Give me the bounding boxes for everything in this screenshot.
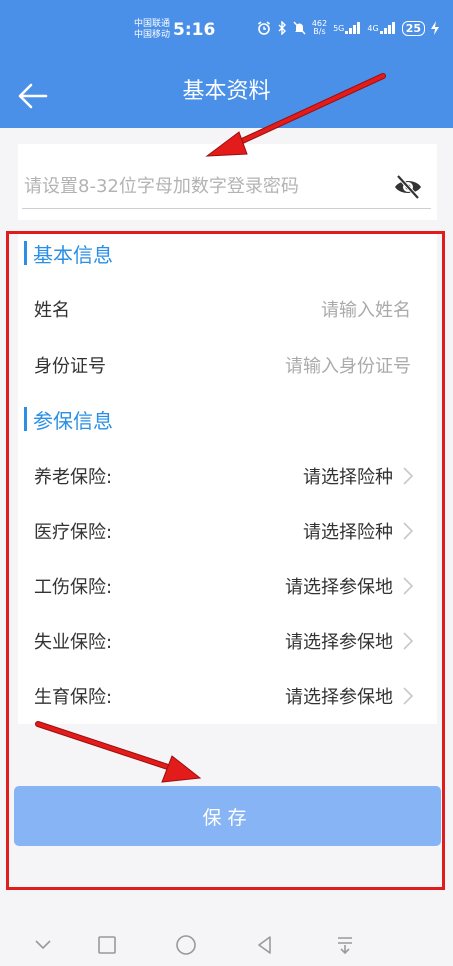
row-value: 请选择参保地 [285, 632, 393, 653]
pull-down-icon [338, 937, 352, 955]
row-value: 请选择参保地 [285, 687, 393, 708]
square-icon [98, 936, 116, 954]
network-4g-label: 4G [367, 23, 379, 33]
net-speed-unit: B/s [313, 27, 326, 36]
signal-5g-icon: 5G [333, 22, 361, 34]
nav-home-button[interactable] [169, 928, 203, 962]
save-button[interactable]: 保存 [14, 786, 441, 846]
row-value-wrap: 请选择险种 [303, 518, 415, 544]
password-card [18, 144, 437, 220]
maternity-insurance-row[interactable]: 生育保险: 请选择参保地 [18, 676, 437, 716]
name-field-row[interactable]: 姓名 请输入姓名 [18, 289, 437, 329]
carrier-info: 中国联通 中国移动 [134, 19, 170, 41]
row-value: 请选择参保地 [285, 577, 393, 598]
nav-recents-button[interactable] [90, 928, 124, 962]
section-accent-bar [24, 241, 27, 265]
section-title-text: 基本信息 [33, 242, 113, 267]
form-card: 基本信息 姓名 请输入姓名 身份证号 请输入身份证号 参保信息 养老保险: 请选… [18, 234, 437, 724]
signal-4g-icon: 4G [367, 22, 395, 34]
nav-back-button[interactable] [248, 928, 282, 962]
title-bar: 基本资料 [0, 66, 453, 128]
annotation-arrow-bottom [35, 721, 202, 783]
nav-notifications-button[interactable] [328, 928, 362, 962]
row-label: 养老保险: [34, 467, 113, 488]
row-label: 工伤保险: [34, 577, 113, 598]
carrier-2: 中国移动 [134, 30, 171, 40]
row-value-wrap: 请选择险种 [303, 463, 415, 489]
pension-insurance-row[interactable]: 养老保险: 请选择险种 [18, 456, 437, 496]
chevron-down-icon [35, 940, 51, 950]
row-label: 失业保险: [34, 632, 113, 653]
row-label: 医疗保险: [34, 522, 113, 543]
eye-off-icon[interactable] [393, 172, 423, 202]
network-5g-label: 5G [333, 23, 345, 33]
status-bar: 中国联通 中国移动 5:16 462 B/s 5G 4G 25 [0, 0, 453, 66]
chevron-right-icon [403, 687, 414, 705]
password-underline [22, 208, 431, 209]
chevron-right-icon [403, 467, 414, 485]
status-time: 5:16 [173, 20, 216, 40]
row-value-wrap: 请选择参保地 [285, 573, 415, 599]
mute-icon [293, 21, 306, 35]
section-title-insurance-info: 参保信息 [24, 406, 113, 433]
bluetooth-icon [277, 21, 287, 35]
chevron-right-icon [403, 632, 414, 650]
page-title: 基本资料 [182, 79, 271, 104]
triangle-back-icon [258, 936, 271, 954]
chevron-right-icon [403, 577, 414, 595]
charging-icon [431, 21, 439, 35]
row-value-wrap: 请选择参保地 [285, 683, 415, 709]
row-value: 请选择险种 [303, 467, 393, 488]
row-value-wrap: 请选择参保地 [285, 628, 415, 654]
carrier-1: 中国联通 [134, 19, 171, 29]
name-input[interactable]: 请输入姓名 [321, 296, 411, 322]
system-icons: 462 B/s 5G 4G 25 [257, 20, 439, 36]
chevron-right-icon [403, 522, 414, 540]
medical-insurance-row[interactable]: 医疗保险: 请选择险种 [18, 511, 437, 551]
name-label: 姓名 [34, 300, 70, 321]
password-input[interactable] [24, 170, 384, 202]
id-number-input[interactable]: 请输入身份证号 [285, 352, 411, 378]
nav-collapse-button[interactable] [26, 928, 60, 962]
row-label: 生育保险: [34, 687, 113, 708]
row-value: 请选择险种 [303, 522, 393, 543]
net-speed: 462 B/s [312, 20, 327, 36]
battery-level: 25 [401, 20, 425, 36]
section-accent-bar [24, 407, 27, 431]
id-number-label: 身份证号 [34, 356, 106, 377]
id-number-field-row[interactable]: 身份证号 请输入身份证号 [18, 345, 437, 385]
circle-icon [176, 935, 196, 955]
section-title-basic-info: 基本信息 [24, 240, 113, 267]
navigation-bar [0, 924, 453, 966]
unemployment-insurance-row[interactable]: 失业保险: 请选择参保地 [18, 621, 437, 661]
section-title-text: 参保信息 [33, 408, 113, 433]
alarm-icon [257, 21, 271, 35]
work-injury-insurance-row[interactable]: 工伤保险: 请选择参保地 [18, 566, 437, 606]
